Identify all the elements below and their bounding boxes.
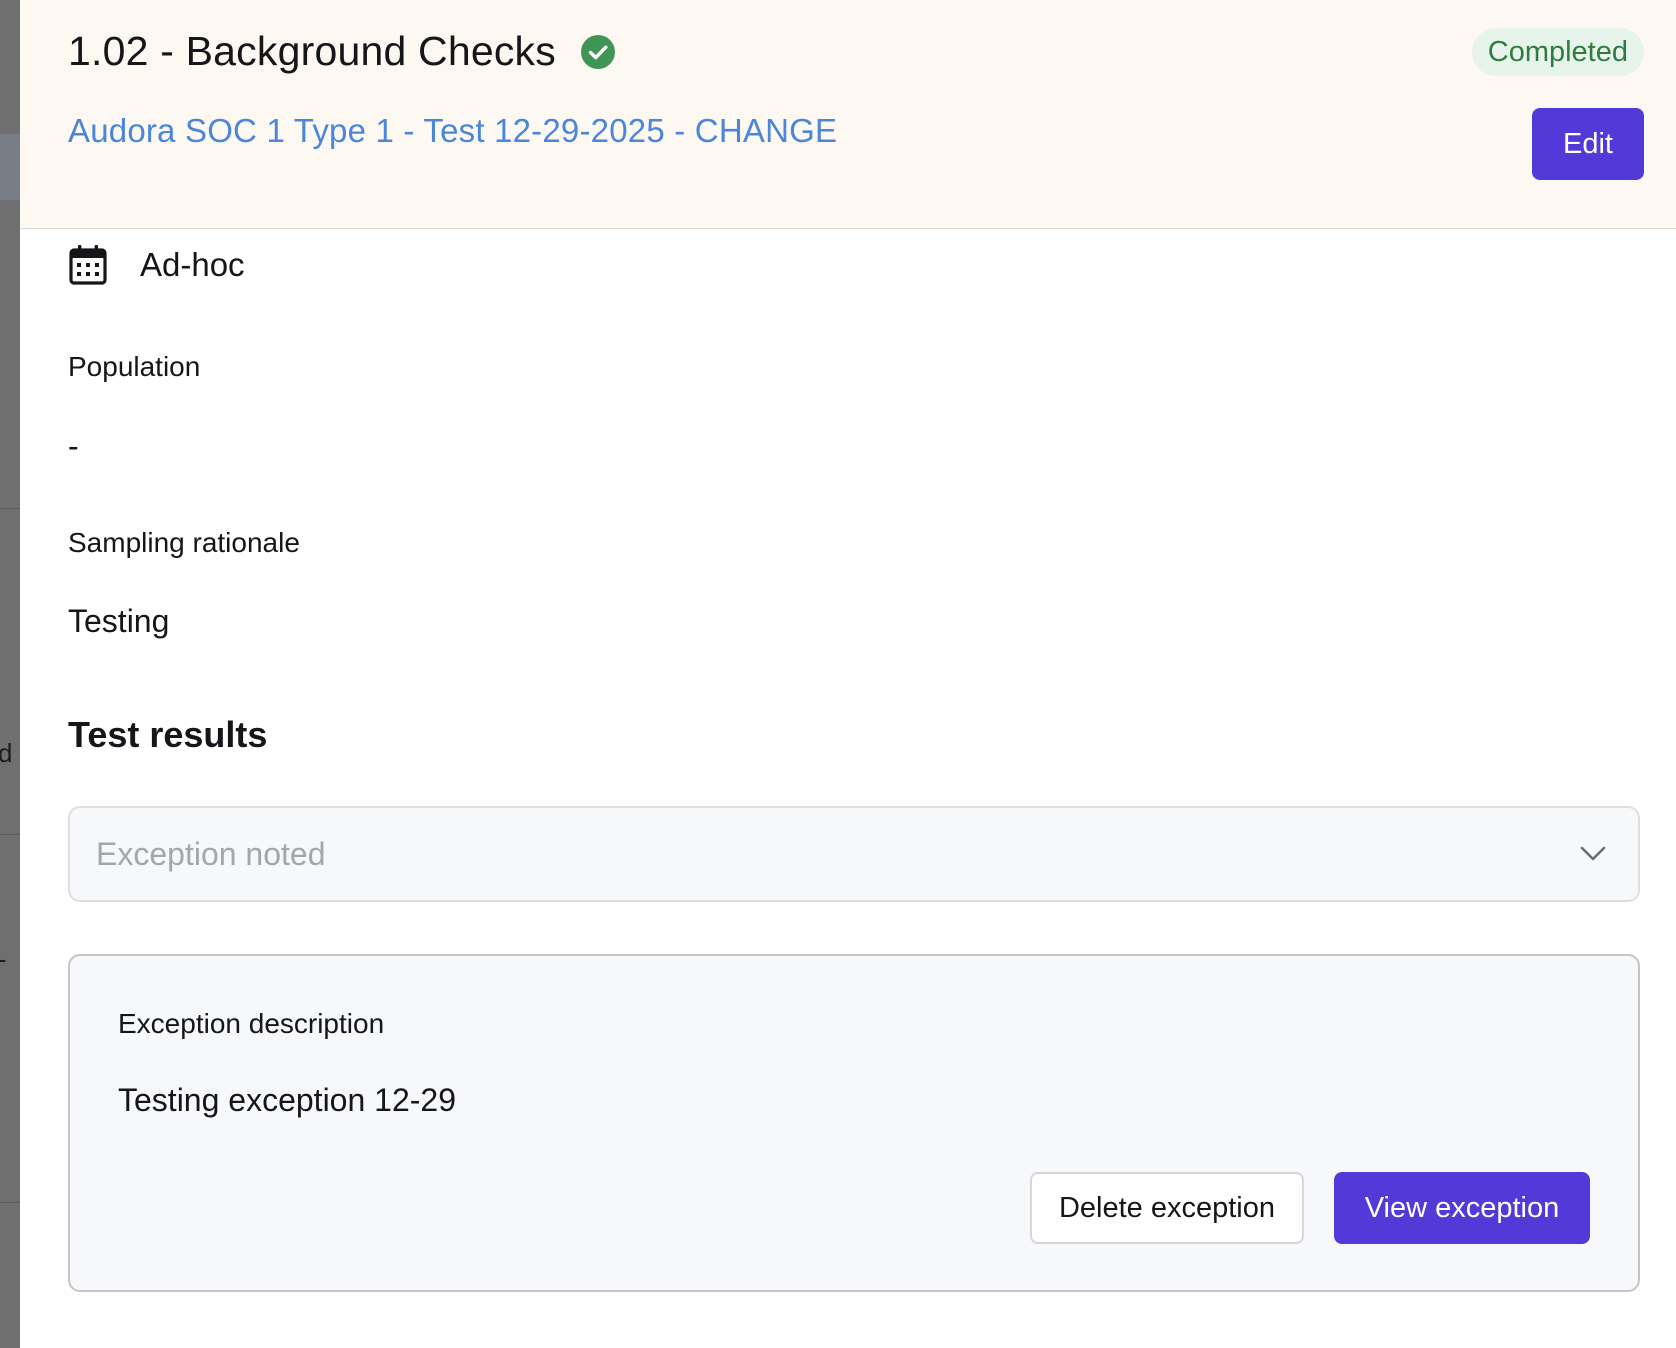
background-divider xyxy=(0,834,20,835)
exception-card: Exception description Testing exception … xyxy=(68,954,1640,1292)
test-result-select[interactable]: Exception noted xyxy=(68,806,1640,902)
control-detail-panel: 1.02 - Background Checks Completed Audor… xyxy=(20,0,1676,1348)
check-circle-icon xyxy=(580,34,616,70)
background-divider xyxy=(0,508,20,509)
view-exception-button[interactable]: View exception xyxy=(1334,1172,1590,1244)
page-title: 1.02 - Background Checks xyxy=(68,28,556,74)
chevron-down-icon[interactable] xyxy=(1578,838,1608,868)
status-badge: Completed xyxy=(1471,28,1644,76)
background-text-fragment: d xyxy=(0,738,13,768)
sampling-rationale-label: Sampling rationale xyxy=(68,527,300,558)
title-row: 1.02 - Background Checks xyxy=(68,28,616,75)
delete-exception-button[interactable]: Delete exception xyxy=(1030,1172,1304,1244)
frequency-row: Ad-hoc xyxy=(68,244,245,286)
edit-button[interactable]: Edit xyxy=(1532,108,1644,180)
exception-description-label: Exception description xyxy=(118,1008,385,1039)
exception-description-value: Testing exception 12-29 xyxy=(118,1082,456,1118)
population-label: Population xyxy=(68,351,201,382)
project-link[interactable]: Audora SOC 1 Type 1 - Test 12-29-2025 - … xyxy=(68,112,837,150)
frequency-value: Ad-hoc xyxy=(140,246,245,283)
background-text-fragment: - xyxy=(0,944,7,975)
population-value: - xyxy=(68,428,79,464)
sampling-rationale-value: Testing xyxy=(68,603,170,639)
background-overlay: d - xyxy=(0,0,20,1348)
panel-header: 1.02 - Background Checks Completed Audor… xyxy=(20,0,1676,229)
background-divider xyxy=(0,1202,20,1203)
test-result-select-value: Exception noted xyxy=(96,836,326,872)
test-results-heading: Test results xyxy=(68,714,268,755)
calendar-icon xyxy=(68,244,108,286)
background-row-highlight xyxy=(0,134,20,200)
